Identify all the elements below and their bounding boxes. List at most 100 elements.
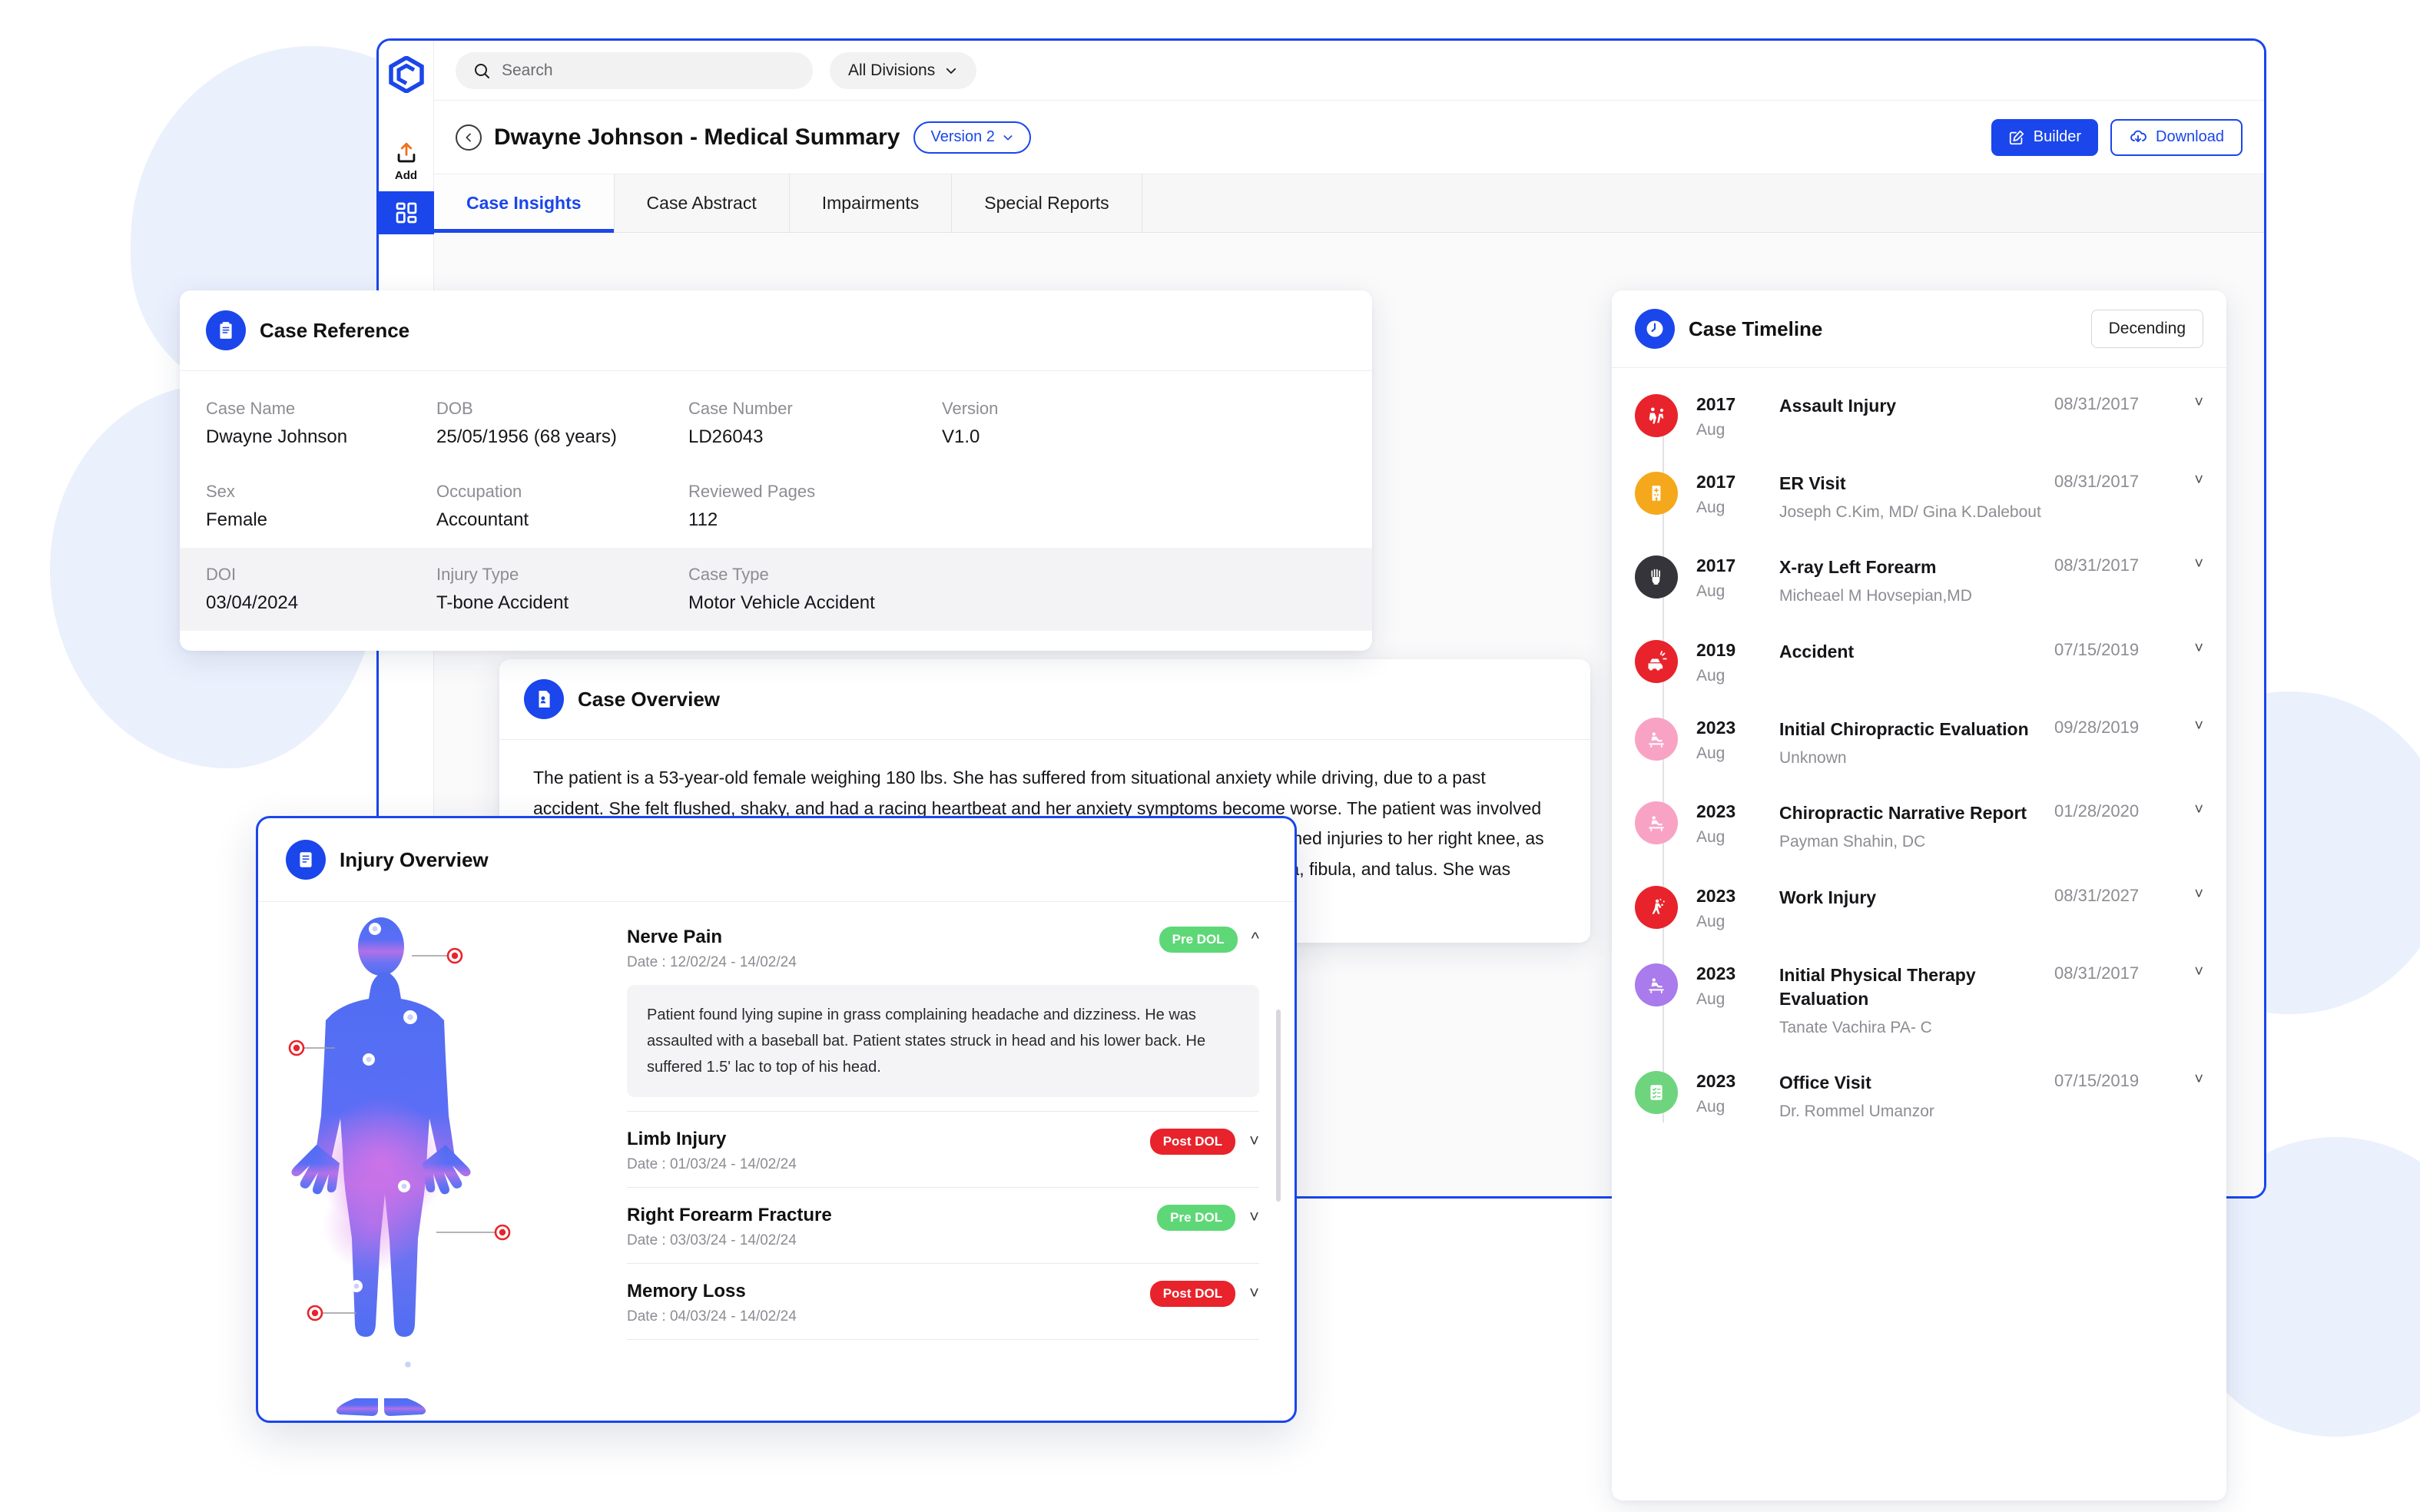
massage-therapy-icon xyxy=(1635,963,1678,1006)
timeline-item[interactable]: 2023 Aug Work Injury 08/31/2027 ˅ xyxy=(1635,885,2203,931)
ref-value: Accountant xyxy=(436,509,529,530)
ref-value: 25/05/1956 (68 years) xyxy=(436,426,617,447)
tab-label: Impairments xyxy=(821,193,920,213)
back-button[interactable] xyxy=(456,124,482,151)
injury-date: Date : 03/03/24 - 14/02/24 xyxy=(627,1232,797,1248)
chevron-down-icon[interactable]: ˅ xyxy=(2177,472,2203,523)
chevron-down-icon[interactable]: ˅ xyxy=(1249,1129,1259,1151)
timeline-year: 2023 xyxy=(1696,963,1736,983)
timeline-title: Assault Injury xyxy=(1779,396,1897,416)
tab-special-reports[interactable]: Special Reports xyxy=(952,174,1142,232)
timeline-subtitle: Dr. Rommel Umanzor xyxy=(1779,1102,1934,1121)
checklist-icon xyxy=(1635,1071,1678,1114)
timeline-title: Initial Physical Therapy Evaluation xyxy=(1779,964,1976,1009)
timeline-item[interactable]: 2017 Aug X-ray Left Forearm Micheael M H… xyxy=(1635,555,2203,607)
timeline-title: Chiropractic Narrative Report xyxy=(1779,803,2027,824)
tab-label: Case Abstract xyxy=(646,193,757,213)
sidebar-item-dashboard[interactable] xyxy=(379,191,434,234)
ref-field: Case Name Dwayne Johnson xyxy=(206,399,436,448)
injury-list-scrollbar[interactable] xyxy=(1276,1010,1281,1202)
timeline-title: ER Visit xyxy=(1779,473,1846,493)
timeline-year: 2017 xyxy=(1696,472,1736,492)
injury-name: Limb Injury xyxy=(627,1129,727,1149)
timeline-item[interactable]: 2023 Aug Initial Chiropractic Evaluation… xyxy=(1635,717,2203,769)
timeline-item[interactable]: 2017 Aug ER Visit Joseph C.Kim, MD/ Gina… xyxy=(1635,472,2203,523)
timeline-title: Office Visit xyxy=(1779,1073,1871,1093)
timeline-month: Aug xyxy=(1696,582,1725,601)
massage-therapy-icon xyxy=(1635,801,1678,845)
injury-name: Right Forearm Fracture xyxy=(627,1205,832,1225)
chevron-down-icon[interactable]: ˅ xyxy=(2177,555,2203,607)
sidebar-item-add[interactable]: Add xyxy=(379,131,434,191)
download-button[interactable]: Download xyxy=(2110,118,2243,156)
chevron-left-icon xyxy=(466,132,471,142)
ref-field: Sex Female xyxy=(206,482,436,531)
tab-case-insights[interactable]: Case Insights xyxy=(434,174,615,233)
ref-field: Case Number LD26043 xyxy=(688,399,942,448)
divisions-dropdown[interactable]: All Divisions xyxy=(830,51,977,89)
case-timeline-card: Case Timeline Decending 2017 Aug Assault… xyxy=(1612,290,2226,1500)
ref-field: Reviewed Pages 112 xyxy=(688,482,942,531)
cloud-download-icon xyxy=(2130,130,2147,142)
timeline-item[interactable]: 2023 Aug Office Visit Dr. Rommel Umanzor… xyxy=(1635,1071,2203,1122)
tab-case-abstract[interactable]: Case Abstract xyxy=(615,174,790,232)
injury-date: Date : 04/03/24 - 14/02/24 xyxy=(627,1308,797,1325)
tab-label: Case Insights xyxy=(466,193,582,213)
timeline-title: Initial Chiropractic Evaluation xyxy=(1779,718,2029,739)
chevron-down-icon[interactable]: ˅ xyxy=(2177,801,2203,853)
injury-name: Nerve Pain xyxy=(627,927,723,947)
chevron-down-icon[interactable]: ˅ xyxy=(2177,1071,2203,1122)
timeline-item[interactable]: 2023 Aug Chiropractic Narrative Report P… xyxy=(1635,801,2203,853)
work-injury-icon xyxy=(1635,885,1678,929)
timeline-year: 2017 xyxy=(1696,555,1736,576)
timeline-date: 08/31/2017 xyxy=(2054,394,2140,413)
ref-key: DOB xyxy=(436,399,473,418)
human-body-anterior-figure[interactable] xyxy=(258,902,619,1421)
chevron-down-icon[interactable]: ˅ xyxy=(1249,1281,1259,1303)
injury-badge: Post DOL xyxy=(1149,1129,1236,1155)
chevron-down-icon[interactable]: ˅ xyxy=(1249,1205,1259,1227)
timeline-title: Accident xyxy=(1779,641,1855,662)
document-person-icon xyxy=(524,679,564,719)
chevron-down-icon[interactable]: ˅ xyxy=(2177,718,2203,769)
injury-list-item[interactable]: Memory Loss Date : 04/03/24 - 14/02/24 P… xyxy=(627,1281,1259,1340)
timeline-month: Aug xyxy=(1696,744,1725,762)
ref-field xyxy=(942,565,1142,614)
app-logo[interactable] xyxy=(386,55,426,94)
ref-key: Occupation xyxy=(436,482,522,501)
timeline-subtitle: Tanate Vachira PA- C xyxy=(1779,1018,1932,1036)
timeline-year: 2023 xyxy=(1696,1071,1736,1091)
ref-key: Injury Type xyxy=(436,565,519,584)
injury-list-item[interactable]: Limb Injury Date : 01/03/24 - 14/02/24 P… xyxy=(627,1129,1259,1188)
timeline-item[interactable]: 2023 Aug Initial Physical Therapy Evalua… xyxy=(1635,963,2203,1039)
ref-field: Occupation Accountant xyxy=(436,482,688,531)
chevron-down-icon[interactable]: ˅ xyxy=(2177,963,2203,1039)
tab-label: Special Reports xyxy=(984,193,1109,213)
injury-badge: Post DOL xyxy=(1149,1281,1236,1307)
timeline-item[interactable]: 2019 Aug Accident 07/15/2019 ˅ xyxy=(1635,639,2203,685)
xray-hand-icon xyxy=(1635,555,1678,599)
timeline-year: 2017 xyxy=(1696,394,1736,414)
injury-list: Nerve Pain Date : 12/02/24 - 14/02/24 Pr… xyxy=(619,902,1295,1421)
search-input[interactable]: Search xyxy=(456,51,813,89)
ref-key: Version xyxy=(942,399,999,418)
chevron-up-icon[interactable]: ^ xyxy=(1251,927,1259,949)
chevron-down-icon[interactable]: ˅ xyxy=(2177,640,2203,685)
case-reference-row: Sex Female Occupation Accountant Reviewed … xyxy=(180,465,1372,548)
chevron-down-icon[interactable]: ˅ xyxy=(2177,394,2203,439)
download-button-label: Download xyxy=(2156,128,2224,145)
case-overview-title: Case Overview xyxy=(578,687,721,711)
chevron-down-icon[interactable]: ˅ xyxy=(2177,886,2203,931)
ref-value: Motor Vehicle Accident xyxy=(688,592,875,613)
timeline-item[interactable]: 2017 Aug Assault Injury 08/31/2017 ˅ xyxy=(1635,394,2203,439)
injury-list-item[interactable]: Nerve Pain Date : 12/02/24 - 14/02/24 Pr… xyxy=(627,927,1259,1112)
tab-impairments[interactable]: Impairments xyxy=(790,174,953,232)
injury-date: Date : 01/03/24 - 14/02/24 xyxy=(627,1156,797,1172)
timeline-month: Aug xyxy=(1696,1098,1725,1116)
sort-order-button[interactable]: Decending xyxy=(2090,310,2203,348)
builder-button[interactable]: Builder xyxy=(1991,118,2099,156)
timeline-date: 09/28/2019 xyxy=(2054,717,2140,737)
injury-list-item[interactable]: Right Forearm Fracture Date : 03/03/24 -… xyxy=(627,1205,1259,1264)
timeline-subtitle: Unknown xyxy=(1779,748,1847,767)
version-selector[interactable]: Version 2 xyxy=(913,121,1031,154)
